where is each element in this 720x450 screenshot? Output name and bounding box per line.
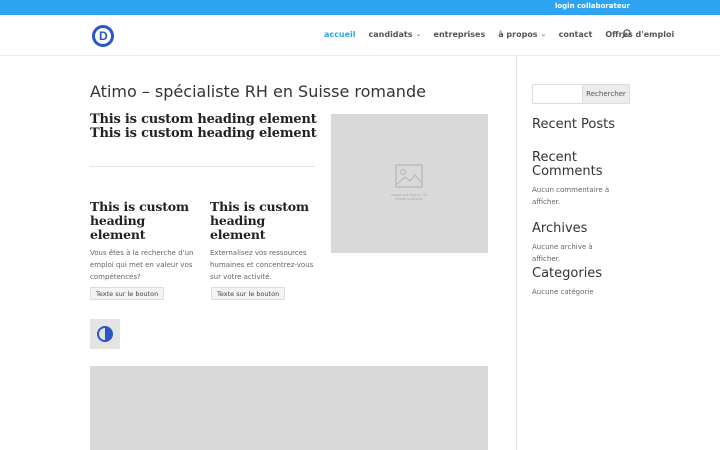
companies-button[interactable]: Texte sur le bouton [211,287,286,300]
nav-item-offres-emploi[interactable]: Offres d'emploi [605,30,674,39]
column-text: Externalisez vos ressources humaines et … [210,249,314,282]
nav-item-accueil[interactable]: accueil [324,30,356,39]
nav-label: candidats [368,30,413,39]
chevron-down-icon: ⌄ [540,31,547,38]
search-input[interactable] [532,84,583,104]
image-placeholder: image not found / no image available [331,114,488,253]
nav-label: accueil [324,30,356,39]
nav-label: contact [558,30,593,39]
logo-letter: D [99,29,108,43]
recent-posts-title: Recent Posts [532,117,616,132]
login-collaborateur-link[interactable]: login collaborateur [555,2,630,10]
nav-item-contact[interactable]: contact [559,30,593,39]
column-heading: This is custom heading element [210,199,309,242]
page-title: Atimo – spécialiste RH en Suisse romande [90,82,426,101]
contrast-toggle[interactable] [90,319,120,349]
companies-column: This is custom heading element Externali… [210,200,320,283]
nav-label: entreprises [433,30,486,39]
nav-item-a-propos[interactable]: à propos ⌄ [498,30,547,39]
image-icon [395,164,423,188]
recent-comments-text: Aucun commentaire à afficher. [532,186,610,207]
candidates-column: This is custom heading element Vous êtes… [90,200,200,283]
search-button[interactable]: Rechercher [583,84,630,104]
recent-comments-title: Recent Comments [532,150,603,180]
heading-line: This is custom heading element [90,112,317,127]
top-bar: login collaborateur [0,0,720,15]
archives-text: Aucune archive à afficher. [532,243,593,264]
image-caption: image not found / no image available [390,193,428,202]
nav-label: à propos [498,30,538,39]
nav-item-entreprises[interactable]: entreprises [434,30,486,39]
main-header: D accueil candidats ⌄ entreprises à prop… [0,15,720,55]
archives-title: Archives [532,221,588,236]
top-custom-heading: This is custom heading element This is c… [90,112,317,142]
column-heading: This is custom heading element [90,199,189,242]
sidebar-search: Rechercher [532,84,630,104]
site-logo[interactable]: D [92,25,114,47]
search-icon[interactable] [620,28,632,40]
column-text: Vous êtes à la recherche d'un emploi qui… [90,249,194,282]
chevron-down-icon: ⌄ [415,31,422,38]
large-image-placeholder [90,366,488,450]
main-nav: accueil candidats ⌄ entreprises à propos… [324,30,687,39]
sidebar-divider [516,55,517,450]
contrast-icon [97,326,113,342]
nav-label: Offres d'emploi [605,30,675,39]
candidates-button[interactable]: Texte sur le bouton [90,287,165,300]
divider [90,166,315,167]
categories-title: Categories [532,266,603,281]
heading-line: This is custom heading element [90,126,317,142]
nav-item-candidats[interactable]: candidats ⌄ [368,30,422,39]
categories-text: Aucune catégorie [532,288,594,296]
